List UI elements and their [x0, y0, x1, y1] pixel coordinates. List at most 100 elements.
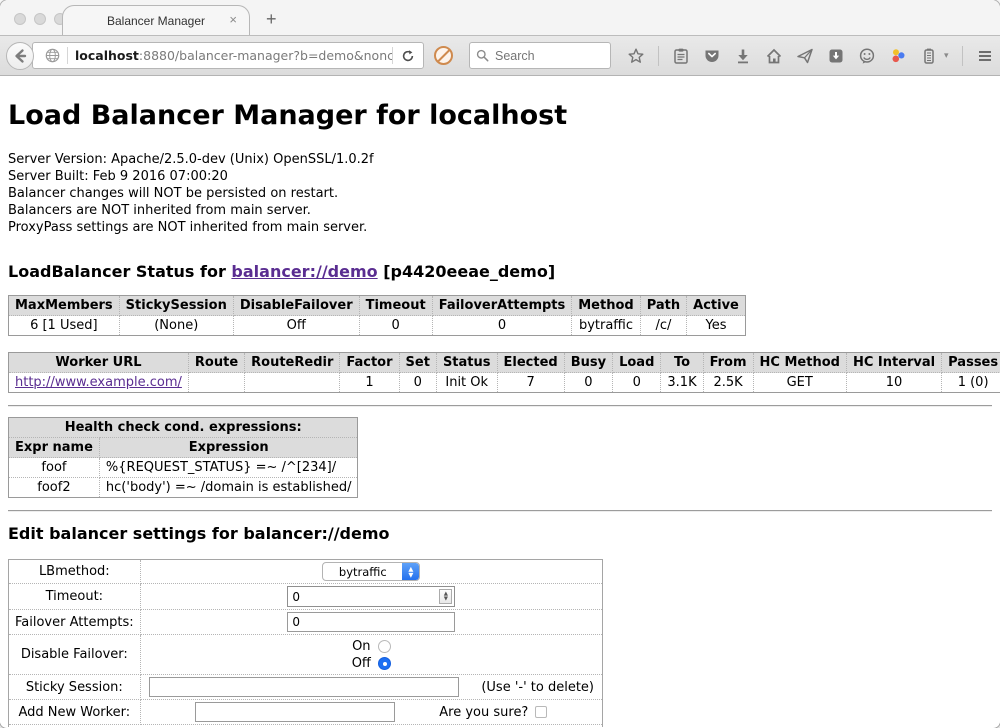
balancer-demo-link[interactable]: balancer://demo: [231, 262, 377, 281]
navigation-toolbar: localhost:8880/balancer-manager?b=demo&n…: [0, 36, 1000, 76]
close-window-button[interactable]: [14, 13, 26, 25]
send-tab-icon[interactable]: [796, 47, 814, 65]
cell-method: bytraffic: [572, 316, 640, 336]
back-arrow-icon: [11, 47, 29, 65]
timeout-label: Timeout:: [9, 584, 141, 610]
col-load: Load: [613, 353, 661, 373]
globe-icon[interactable]: [45, 48, 60, 63]
color-dots-icon[interactable]: [889, 47, 907, 65]
are-you-sure-label: Are you sure?: [439, 705, 528, 720]
page-title: Load Balancer Manager for localhost: [8, 100, 992, 131]
reading-list-icon[interactable]: [672, 47, 690, 65]
col-maxmembers: MaxMembers: [9, 296, 120, 316]
form-row-timeout: Timeout: 0 ▲▼: [9, 584, 603, 610]
toolbar-separator: [962, 46, 963, 66]
divider: [8, 405, 992, 407]
window-controls: [14, 13, 66, 25]
cell-timeout: 0: [359, 316, 432, 336]
col-stickysession: StickySession: [119, 296, 233, 316]
minimize-window-button[interactable]: [34, 13, 46, 25]
col-to: To: [661, 353, 703, 373]
cell-from: 2.5K: [703, 373, 753, 393]
timeout-input[interactable]: 0 ▲▼: [287, 586, 455, 607]
home-icon[interactable]: [765, 47, 783, 65]
health-header-row: Expr name Expression: [9, 438, 358, 458]
disable-failover-on-radio[interactable]: [378, 640, 391, 653]
urlbar-separator: [67, 47, 68, 64]
pocket-icon[interactable]: [703, 47, 721, 65]
failover-attempts-input[interactable]: [287, 612, 455, 632]
health-title-row: Health check cond. expressions:: [9, 418, 358, 438]
col-passes: Passes: [942, 353, 1000, 373]
health-table-title: Health check cond. expressions:: [9, 418, 358, 438]
select-chevrons-icon: ▲▼: [402, 563, 419, 580]
col-elected: Elected: [497, 353, 564, 373]
lbmethod-selected-value: bytraffic: [323, 563, 402, 580]
battery-panel-icon[interactable]: [920, 47, 938, 65]
col-method: Method: [572, 296, 640, 316]
search-bar[interactable]: [469, 42, 611, 69]
bookmark-star-icon[interactable]: [627, 47, 645, 65]
cell-active: Yes: [687, 316, 746, 336]
col-expression: Expression: [99, 438, 358, 458]
toolbar-icon-row: ▾: [627, 46, 1000, 66]
form-row-failover-attempts: Failover Attempts:: [9, 610, 603, 635]
tab-strip: Balancer Manager × +: [0, 0, 1000, 36]
health-row: foof2 hc('body') =~ /domain is establish…: [9, 478, 358, 498]
table-row: 6 [1 Used] (None) Off 0 0 bytraffic /c/ …: [9, 316, 746, 336]
add-worker-input[interactable]: [195, 702, 395, 722]
url-bar[interactable]: localhost:8880/balancer-manager?b=demo&n…: [32, 42, 424, 69]
search-icon: [476, 49, 489, 62]
table-header-row: MaxMembers StickySession DisableFailover…: [9, 296, 746, 316]
cell-expression: %{REQUEST_STATUS} =~ /^[234]/: [99, 458, 358, 478]
sticky-session-input[interactable]: [149, 677, 459, 697]
health-check-table: Health check cond. expressions: Expr nam…: [8, 417, 358, 498]
worker-table: Worker URL Route RouteRedir Factor Set S…: [8, 352, 1000, 393]
disable-failover-off-radio[interactable]: [378, 657, 391, 670]
timeout-value: 0: [288, 590, 439, 604]
health-row: foof %{REQUEST_STATUS} =~ /^[234]/: [9, 458, 358, 478]
reload-button[interactable]: [392, 47, 423, 64]
cell-maxmembers: 6 [1 Used]: [9, 316, 120, 336]
server-built: Server Built: Feb 9 2016 07:00:20: [8, 168, 992, 185]
tab-balancer-manager[interactable]: Balancer Manager ×: [62, 5, 250, 35]
edit-settings-heading: Edit balancer settings for balancer://de…: [8, 524, 992, 543]
toolbar-separator: [658, 46, 659, 66]
lbmethod-select[interactable]: bytraffic ▲▼: [322, 562, 420, 581]
col-status: Status: [436, 353, 497, 373]
content-blocked-icon[interactable]: [434, 46, 453, 65]
back-button[interactable]: [6, 42, 34, 70]
cell-status: Init Ok: [436, 373, 497, 393]
cell-factor: 1: [340, 373, 399, 393]
col-worker-url: Worker URL: [9, 353, 189, 373]
tab-close-icon[interactable]: ×: [229, 12, 237, 27]
col-active: Active: [687, 296, 746, 316]
cell-elected: 7: [497, 373, 564, 393]
number-stepper-icon[interactable]: ▲▼: [439, 589, 452, 604]
cell-routeredir: [245, 373, 340, 393]
col-busy: Busy: [564, 353, 612, 373]
col-expr-name: Expr name: [9, 438, 100, 458]
download-box-icon[interactable]: [827, 47, 845, 65]
feedback-smiley-icon[interactable]: [858, 47, 876, 65]
worker-url-link[interactable]: http://www.example.com/: [15, 375, 182, 390]
note-inherit-proxypass: ProxyPass settings are NOT inherited fro…: [8, 219, 992, 236]
cell-hc-method: GET: [753, 373, 846, 393]
balancer-summary-table: MaxMembers StickySession DisableFailover…: [8, 295, 746, 336]
url-text: localhost:8880/balancer-manager?b=demo&n…: [75, 48, 392, 63]
overflow-caret-icon[interactable]: ▾: [944, 51, 949, 61]
menu-hamburger-icon[interactable]: [976, 47, 994, 65]
divider: [8, 510, 992, 512]
col-hc-interval: HC Interval: [846, 353, 941, 373]
new-tab-button[interactable]: +: [266, 9, 277, 30]
search-input[interactable]: [495, 49, 595, 63]
downloads-icon[interactable]: [734, 47, 752, 65]
worker-row: http://www.example.com/ 1 0 Init Ok 7 0 …: [9, 373, 1000, 393]
are-you-sure-checkbox[interactable]: [535, 706, 547, 718]
balancer-settings-form: LBmethod: bytraffic ▲▼ Timeout: 0 ▲▼: [8, 559, 603, 727]
cell-passes: 1 (0): [942, 373, 1000, 393]
col-path: Path: [640, 296, 686, 316]
disable-failover-label: Disable Failover:: [9, 635, 141, 675]
browser-window: Balancer Manager × + localhost:8880/bala…: [0, 0, 1000, 728]
cell-failoverattempts: 0: [432, 316, 572, 336]
